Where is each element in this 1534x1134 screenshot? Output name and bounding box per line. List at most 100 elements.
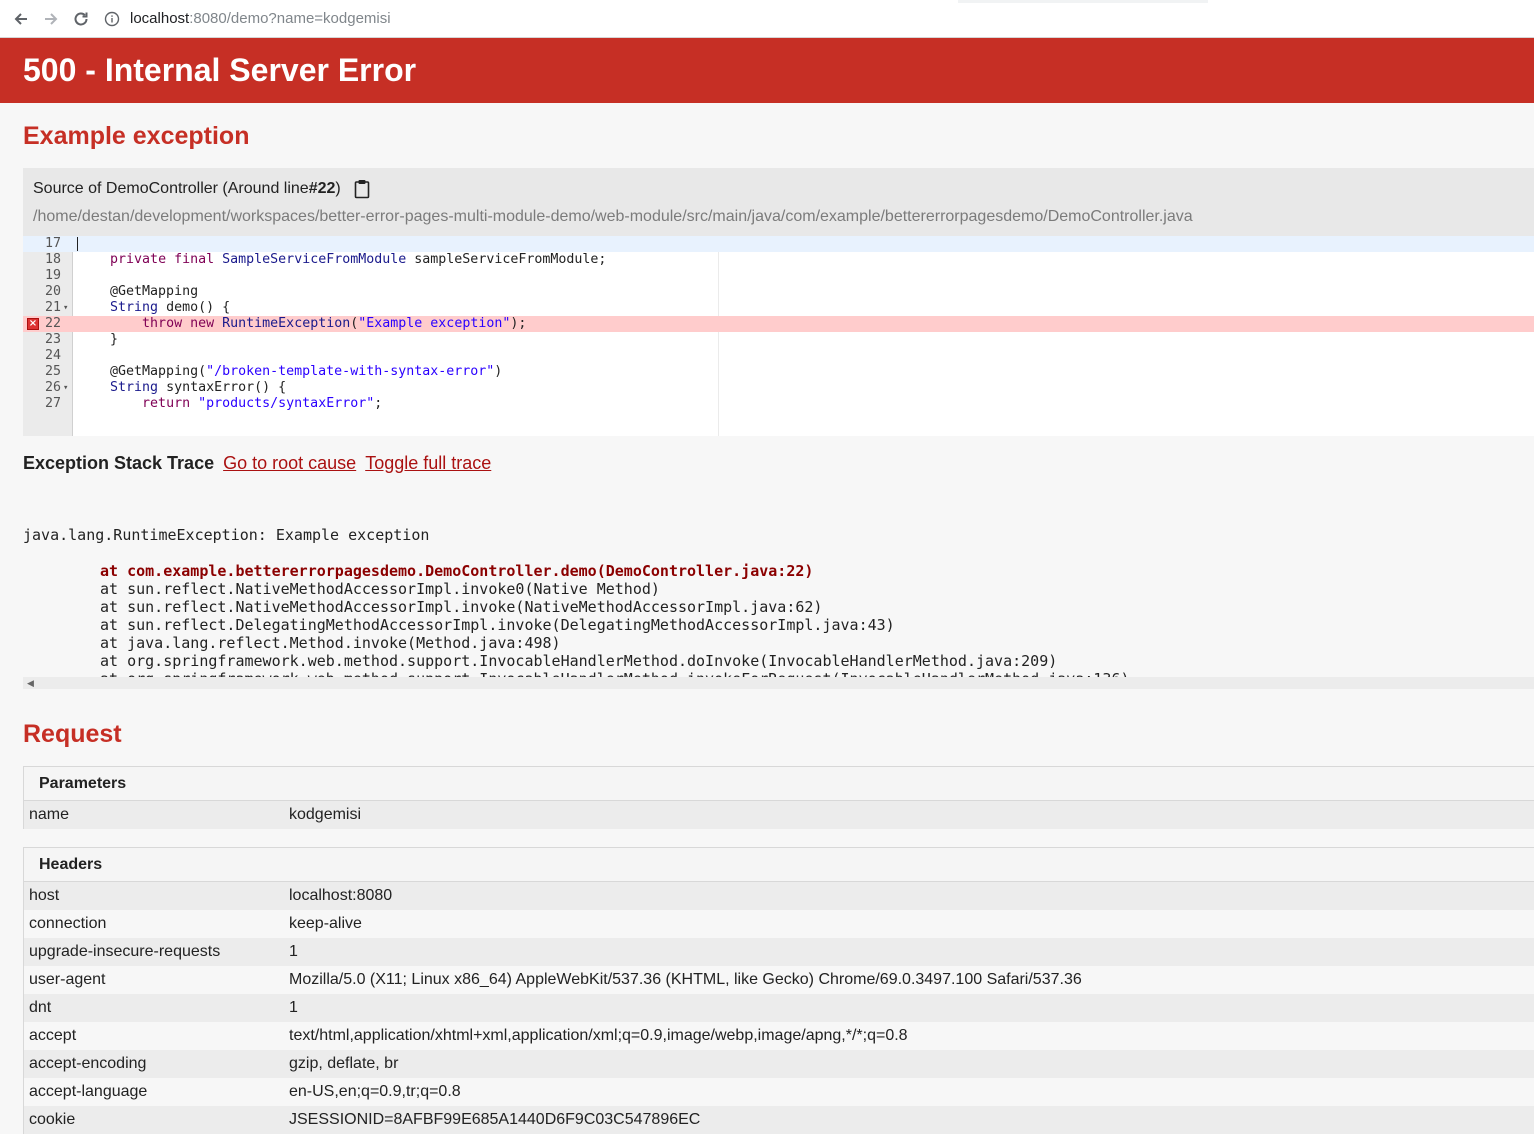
table-row: upgrade-insecure-requests 1 — [24, 938, 1534, 966]
row-key: accept — [29, 1027, 77, 1044]
clipboard-icon[interactable] — [353, 179, 371, 199]
table-row: accept-language en-US,en;q=0.9,tr;q=0.8 — [24, 1078, 1534, 1106]
source-file-path: /home/destan/development/workspaces/bett… — [33, 208, 1193, 225]
table-row: accept text/html,application/xhtml+xml,ap… — [24, 1022, 1534, 1050]
source-panel: Source of DemoController (Around line #2… — [23, 168, 1534, 436]
source-title-suffix: ) — [335, 180, 341, 197]
arrow-left-icon — [14, 12, 27, 25]
row-key: upgrade-insecure-requests — [29, 943, 221, 960]
stack-trace-heading: Exception Stack Trace Go to root cause T… — [23, 453, 491, 474]
row-key: accept-language — [29, 1083, 148, 1100]
row-value: gzip, deflate, br — [289, 1055, 399, 1072]
code-editor[interactable]: 17 18 private final SampleServiceFromModu… — [23, 236, 1534, 436]
line-number: 26 — [44, 380, 61, 395]
row-value: keep-alive — [289, 915, 362, 932]
line-code: @GetMapping — [78, 284, 199, 299]
row-key: connection — [29, 915, 107, 932]
table-row: dnt 1 — [24, 994, 1534, 1022]
trace-exception-line: java.lang.RuntimeException: Example exce… — [23, 526, 430, 544]
row-value: text/html,application/xhtml+xml,applicat… — [289, 1027, 908, 1044]
code-line: 25 @GetMapping("/broken-template-with-sy… — [23, 364, 1534, 380]
tab-strip-edge — [958, 0, 1208, 3]
table-row: host localhost:8080 — [24, 882, 1534, 910]
reload-icon — [74, 12, 88, 25]
parameters-table: Parameters name kodgemisi — [23, 766, 1534, 829]
line-number: 19 — [44, 268, 61, 283]
exception-message: Example exception — [23, 122, 250, 150]
table-row: user-agent Mozilla/5.0 (X11; Linux x86_64… — [24, 966, 1534, 994]
address-bar[interactable]: localhost:8080/demo?name=kodgemisi — [104, 5, 1534, 33]
trace-frame: at sun.reflect.NativeMethodAccessorImpl.… — [100, 598, 823, 616]
back-button[interactable] — [6, 4, 36, 34]
row-value: localhost:8080 — [289, 887, 393, 904]
code-line: 21 ▾ String demo() { — [23, 300, 1534, 316]
table-row: connection keep-alive — [24, 910, 1534, 938]
request-title: Request — [23, 720, 122, 748]
stack-trace-title: Exception Stack Trace — [23, 453, 215, 473]
row-key: accept-encoding — [29, 1055, 147, 1072]
code-line: 23 } — [23, 332, 1534, 348]
code-line: 24 — [23, 348, 1534, 364]
row-value: 1 — [289, 999, 298, 1016]
code-line: 17 — [23, 236, 1534, 252]
fold-toggle-icon[interactable]: ▾ — [63, 300, 71, 316]
row-key: name — [29, 806, 70, 823]
info-icon[interactable] — [104, 11, 120, 27]
headers-heading: Headers — [24, 848, 1534, 882]
line-code: private final SampleServiceFromModule sa… — [110, 252, 607, 267]
text-cursor — [77, 237, 78, 251]
reload-button[interactable] — [66, 4, 96, 34]
trace-scrollbar[interactable]: ◀ — [23, 677, 1534, 689]
error-banner: 500 - Internal Server Error — [0, 38, 1534, 103]
line-code: } — [78, 332, 119, 347]
line-number: 21 — [44, 300, 61, 315]
row-value: JSESSIONID=8AFBF99E685A1440D6F9C03C54789… — [289, 1111, 701, 1128]
code-line: 19 — [23, 268, 1534, 284]
line-code: String demo() { — [110, 300, 231, 315]
row-value: Mozilla/5.0 (X11; Linux x86_64) AppleWeb… — [289, 971, 1082, 988]
error-marker-icon: × — [27, 318, 39, 330]
line-code: return "products/syntaxError"; — [142, 396, 383, 411]
code-line: 20 @GetMapping — [23, 284, 1534, 300]
url-host: localhost — [130, 10, 190, 27]
arrow-right-icon — [45, 12, 58, 25]
line-number: 25 — [44, 364, 61, 379]
row-key: user-agent — [29, 971, 106, 988]
line-number: 17 — [44, 236, 61, 251]
scroll-left-icon[interactable]: ◀ — [27, 677, 34, 689]
row-value: 1 — [289, 943, 298, 960]
trace-frame: at sun.reflect.NativeMethodAccessorImpl.… — [100, 580, 660, 598]
headers-table: Headers host localhost:8080 connection keep… — [23, 847, 1534, 1134]
table-row: accept-encoding gzip, deflate, br — [24, 1050, 1534, 1078]
row-key: host — [29, 887, 60, 904]
row-value: en-US,en;q=0.9,tr;q=0.8 — [289, 1083, 461, 1100]
code-line: 27 return "products/syntaxError"; — [23, 396, 1534, 412]
line-number: 23 — [44, 332, 61, 347]
source-title-prefix: Source of DemoController (Around line — [33, 180, 309, 197]
trace-frame: at java.lang.reflect.Method.invoke(Metho… — [100, 634, 561, 652]
trace-frame: at sun.reflect.DelegatingMethodAccessorI… — [100, 616, 895, 634]
row-key: cookie — [29, 1111, 76, 1128]
code-line: 18 private final SampleServiceFromModule… — [23, 252, 1534, 268]
trace-frame: at com.example.bettererrorpagesdemo.Demo… — [100, 562, 814, 580]
root-cause-link[interactable]: Go to root cause — [223, 453, 356, 473]
line-code: String syntaxError() { — [110, 380, 287, 395]
stack-trace: java.lang.RuntimeException: Example exce… — [23, 490, 1534, 677]
code-line: 26 ▾ String syntaxError() { — [23, 380, 1534, 396]
table-row: cookie JSESSIONID=8AFBF99E685A1440D6F9C03… — [24, 1106, 1534, 1134]
line-number: 27 — [44, 396, 61, 411]
line-code: @GetMapping("/broken-template-with-synta… — [78, 364, 503, 379]
row-value: kodgemisi — [289, 806, 362, 823]
trace-frame: at org.springframework.web.method.suppor… — [23, 670, 1534, 677]
row-key: dnt — [29, 999, 52, 1016]
parameters-heading: Parameters — [24, 767, 1534, 801]
toggle-trace-link[interactable]: Toggle full trace — [365, 453, 491, 473]
code-line: 22 × throw new RuntimeException("Example … — [23, 316, 1534, 332]
line-number: 24 — [44, 348, 61, 363]
line-number: 20 — [44, 284, 61, 299]
table-row: name kodgemisi — [24, 801, 1534, 829]
browser-toolbar: localhost:8080/demo?name=kodgemisi — [0, 0, 1534, 38]
fold-toggle-icon[interactable]: ▾ — [63, 380, 71, 396]
line-number: 18 — [44, 252, 61, 267]
forward-button[interactable] — [36, 4, 66, 34]
